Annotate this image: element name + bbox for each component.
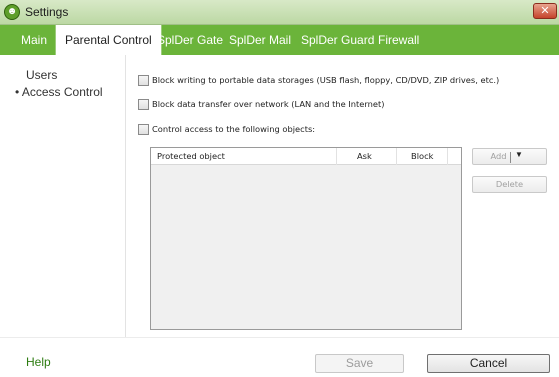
help-link[interactable]: Help	[26, 355, 51, 369]
option-control-access[interactable]: Control access to the following objects:	[138, 121, 315, 137]
add-split-divider	[510, 152, 511, 163]
column-ask[interactable]: Ask	[357, 151, 372, 161]
option-label: Block writing to portable data storages …	[152, 75, 500, 85]
delete-button[interactable]: Delete	[472, 176, 547, 193]
chevron-down-icon[interactable]: ▼	[515, 150, 523, 159]
window-title: Settings	[25, 5, 69, 19]
title-bar: ☻ Settings ✕	[0, 0, 559, 25]
footer: Help Save Cancel	[0, 337, 559, 377]
option-block-network-transfer[interactable]: Block data transfer over network (LAN an…	[138, 96, 385, 112]
sidebar-item-access-control[interactable]: • Access Control	[15, 85, 103, 99]
table-header: Protected object Ask Block	[151, 148, 461, 165]
sidebar: Users • Access Control	[0, 55, 126, 337]
settings-content: Users • Access Control Block writing to …	[0, 55, 559, 337]
tab-firewall[interactable]: Firewall	[369, 25, 428, 55]
column-divider	[396, 148, 397, 165]
column-block[interactable]: Block	[411, 151, 433, 161]
column-divider	[447, 148, 448, 165]
control-access-checkbox[interactable]	[138, 123, 149, 135]
block-portable-storage-checkbox[interactable]	[138, 74, 149, 86]
sidebar-item-users[interactable]: Users	[26, 68, 57, 82]
option-block-portable-storage[interactable]: Block writing to portable data storages …	[138, 72, 499, 88]
cancel-button[interactable]: Cancel	[427, 354, 550, 373]
tab-bar: Main Parental Control SplDer Gate SplDer…	[0, 25, 559, 55]
tab-parental-control[interactable]: Parental Control	[55, 25, 162, 55]
column-protected-object[interactable]: Protected object	[157, 151, 225, 161]
app-logo-icon: ☻	[4, 4, 20, 20]
option-label: Control access to the following objects:	[152, 124, 316, 134]
tab-spider-mail[interactable]: SplDer Mail	[220, 25, 300, 55]
close-button[interactable]: ✕	[533, 3, 557, 19]
protected-objects-table[interactable]: Protected object Ask Block	[150, 147, 462, 330]
tab-main[interactable]: Main	[12, 25, 56, 55]
option-label: Block data transfer over network (LAN an…	[152, 99, 385, 109]
column-divider	[336, 148, 337, 165]
save-button[interactable]: Save	[315, 354, 404, 373]
block-network-transfer-checkbox[interactable]	[138, 98, 149, 110]
